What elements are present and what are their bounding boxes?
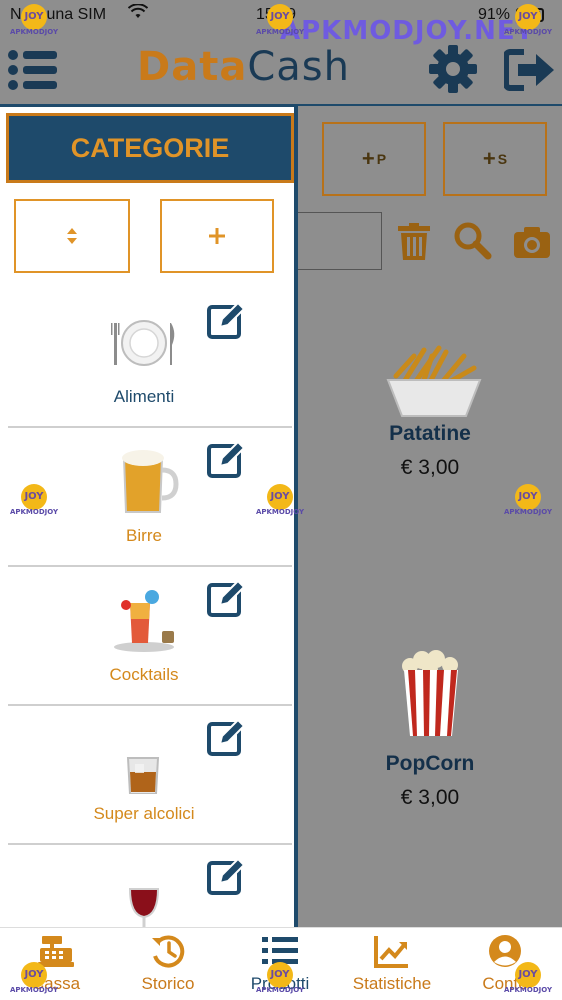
- watermark-badge: JOY APKMODJOY: [250, 962, 310, 994]
- watermark-badge: JOY APKMODJOY: [4, 962, 64, 994]
- drawer-title: CATEGORIE: [6, 113, 294, 183]
- watermark-badge: JOY APKMODJOY: [498, 4, 558, 36]
- sort-icon: [67, 228, 77, 244]
- edit-icon[interactable]: [206, 579, 246, 617]
- edit-icon[interactable]: [206, 718, 246, 756]
- watermark-badge: JOY APKMODJOY: [250, 4, 310, 36]
- category-label: Super alcolici: [93, 804, 195, 823]
- fries-image: [386, 345, 482, 417]
- product-price: € 3,00: [400, 456, 460, 479]
- category-item[interactable]: [8, 845, 292, 927]
- category-item[interactable]: Cocktails: [8, 567, 292, 706]
- watermark-text: APKMODJOY.NET: [280, 16, 535, 46]
- tab-label: Storico: [141, 974, 195, 993]
- edit-icon[interactable]: [206, 857, 246, 895]
- edit-icon[interactable]: [206, 440, 246, 478]
- tab-label: Statistiche: [352, 974, 432, 993]
- categories-drawer: CATEGORIE Alimenti Birre Cocktails Super…: [0, 107, 298, 927]
- wine-icon: [128, 888, 160, 927]
- menu-icon[interactable]: [6, 48, 58, 92]
- add-category-button[interactable]: [160, 199, 274, 273]
- watermark-badge: JOY APKMODJOY: [498, 962, 558, 994]
- wifi-icon: [128, 4, 148, 18]
- chart-icon: [374, 936, 408, 968]
- sort-button[interactable]: [14, 199, 130, 273]
- camera-icon[interactable]: [512, 222, 552, 262]
- tab-statistiche[interactable]: Statistiche: [336, 928, 448, 1000]
- category-item[interactable]: Alimenti: [8, 289, 292, 428]
- watermark-badge: JOY APKMODJOY: [498, 484, 558, 516]
- edit-icon[interactable]: [206, 301, 246, 339]
- tab-storico[interactable]: Storico: [112, 928, 224, 1000]
- gear-icon[interactable]: [428, 44, 478, 94]
- beer-icon: [122, 450, 179, 513]
- logout-icon[interactable]: [504, 48, 556, 92]
- add-service-button[interactable]: + S: [443, 122, 547, 196]
- product-name: Patatine: [389, 422, 471, 445]
- product-name: PopCorn: [385, 752, 475, 775]
- watermark-badge: JOY APKMODJOY: [250, 484, 310, 516]
- watermark-badge: JOY APKMODJOY: [4, 4, 64, 36]
- trash-icon[interactable]: [394, 222, 434, 262]
- app-logo: DataCash: [137, 44, 350, 90]
- watermark-badge: JOY APKMODJOY: [4, 484, 64, 516]
- add-product-button[interactable]: + P: [322, 122, 426, 196]
- category-item[interactable]: Super alcolici: [8, 706, 292, 845]
- category-label: Alimenti: [113, 387, 175, 406]
- search-input[interactable]: [298, 212, 382, 270]
- cocktail-icon: [114, 590, 174, 652]
- product-price: € 3,00: [400, 786, 460, 809]
- history-icon: [152, 935, 185, 968]
- category-label: Birre: [126, 526, 162, 545]
- plate-icon: [111, 320, 175, 366]
- product-card[interactable]: PopCorn € 3,00: [330, 752, 530, 810]
- search-icon[interactable]: [452, 220, 492, 260]
- plus-icon: [209, 228, 225, 244]
- whisky-icon: [126, 757, 160, 794]
- popcorn-image: [402, 650, 458, 736]
- category-label: Cocktails: [109, 665, 179, 684]
- product-card[interactable]: Patatine € 3,00: [330, 422, 530, 480]
